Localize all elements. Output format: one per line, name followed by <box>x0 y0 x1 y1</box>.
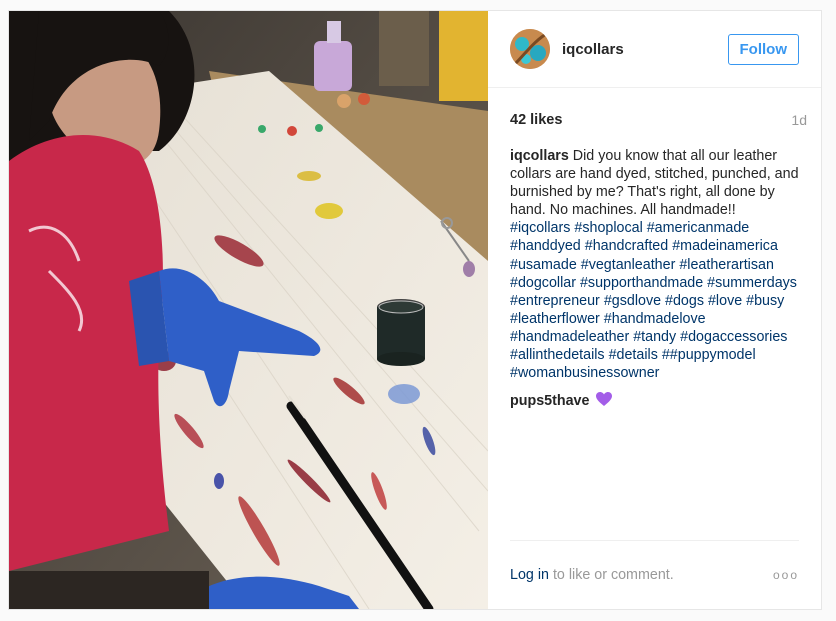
post-photo[interactable] <box>9 11 488 609</box>
hashtag-link[interactable]: #dogcollar <box>510 275 576 291</box>
post-photo-illustration <box>9 11 488 609</box>
post-card: iqcollars Follow 42 likes 1d iqcollars D… <box>8 10 822 610</box>
hashtag-link[interactable]: #iqcollars <box>510 220 570 236</box>
hashtag-link[interactable]: #dogs <box>665 293 704 309</box>
more-options-icon[interactable]: ooo <box>773 568 799 582</box>
purple-heart-icon <box>596 392 613 407</box>
hashtag-link[interactable]: #madeinamerica <box>672 238 778 254</box>
caption: iqcollars Did you know that all our leat… <box>488 147 821 382</box>
hashtag-link[interactable]: #usamade <box>510 257 577 273</box>
username[interactable]: iqcollars <box>562 41 728 58</box>
avatar[interactable] <box>510 29 550 69</box>
hashtag-link[interactable]: #womanbusinessowner <box>510 365 659 381</box>
comment-author[interactable]: pups5thave <box>510 393 589 409</box>
post-sidebar: iqcollars Follow 42 likes 1d iqcollars D… <box>488 11 821 609</box>
hashtag-link[interactable]: #supporthandmade <box>580 275 703 291</box>
login-prompt-text: to like or comment. <box>552 567 674 583</box>
hashtag-link[interactable]: ##puppymodel <box>662 347 756 363</box>
hashtag-link[interactable]: #tandy <box>633 329 676 345</box>
post-footer: Log in to like or comment. ooo <box>510 540 799 609</box>
likes-count[interactable]: 42 likes <box>510 112 562 128</box>
hashtag-link[interactable]: #allinthedetails <box>510 347 605 363</box>
hashtag-link[interactable]: #leatherartisan <box>679 257 774 273</box>
post-time[interactable]: 1d <box>791 112 807 128</box>
likes-row: 42 likes 1d <box>488 110 821 130</box>
hashtag-link[interactable]: #busy <box>746 293 784 309</box>
hashtag-link[interactable]: #dogaccessories <box>680 329 787 345</box>
hashtag-link[interactable]: #handcrafted <box>585 238 668 254</box>
hashtag-link[interactable]: #details <box>609 347 658 363</box>
login-link[interactable]: Log in <box>510 567 549 583</box>
hashtag-link[interactable]: #entrepreneur <box>510 293 600 309</box>
hashtag-link[interactable]: #handmadeleather <box>510 329 629 345</box>
hashtag-link[interactable]: #handmadelove <box>604 311 706 327</box>
hashtag-link[interactable]: #shoplocal <box>574 220 642 236</box>
hashtag-link[interactable]: #gsdlove <box>604 293 661 309</box>
caption-author[interactable]: iqcollars <box>510 148 569 164</box>
follow-button[interactable]: Follow <box>727 33 799 65</box>
avatar-image-icon <box>510 29 550 69</box>
hashtag-link[interactable]: #handdyed <box>510 238 581 254</box>
hashtag-link[interactable]: #americanmade <box>647 220 750 236</box>
hashtag-link[interactable]: #summerdays <box>707 275 797 291</box>
hashtag-link[interactable]: #leatherflower <box>510 311 600 327</box>
hashtag-list: #iqcollars #shoplocal #americanmade #han… <box>510 220 797 381</box>
post-header: iqcollars Follow <box>488 11 821 88</box>
hashtag-link[interactable]: #vegtanleather <box>581 257 676 273</box>
hashtag-link[interactable]: #love <box>708 293 742 309</box>
comment: pups5thave <box>488 392 821 409</box>
login-prompt: Log in to like or comment. <box>510 567 674 583</box>
